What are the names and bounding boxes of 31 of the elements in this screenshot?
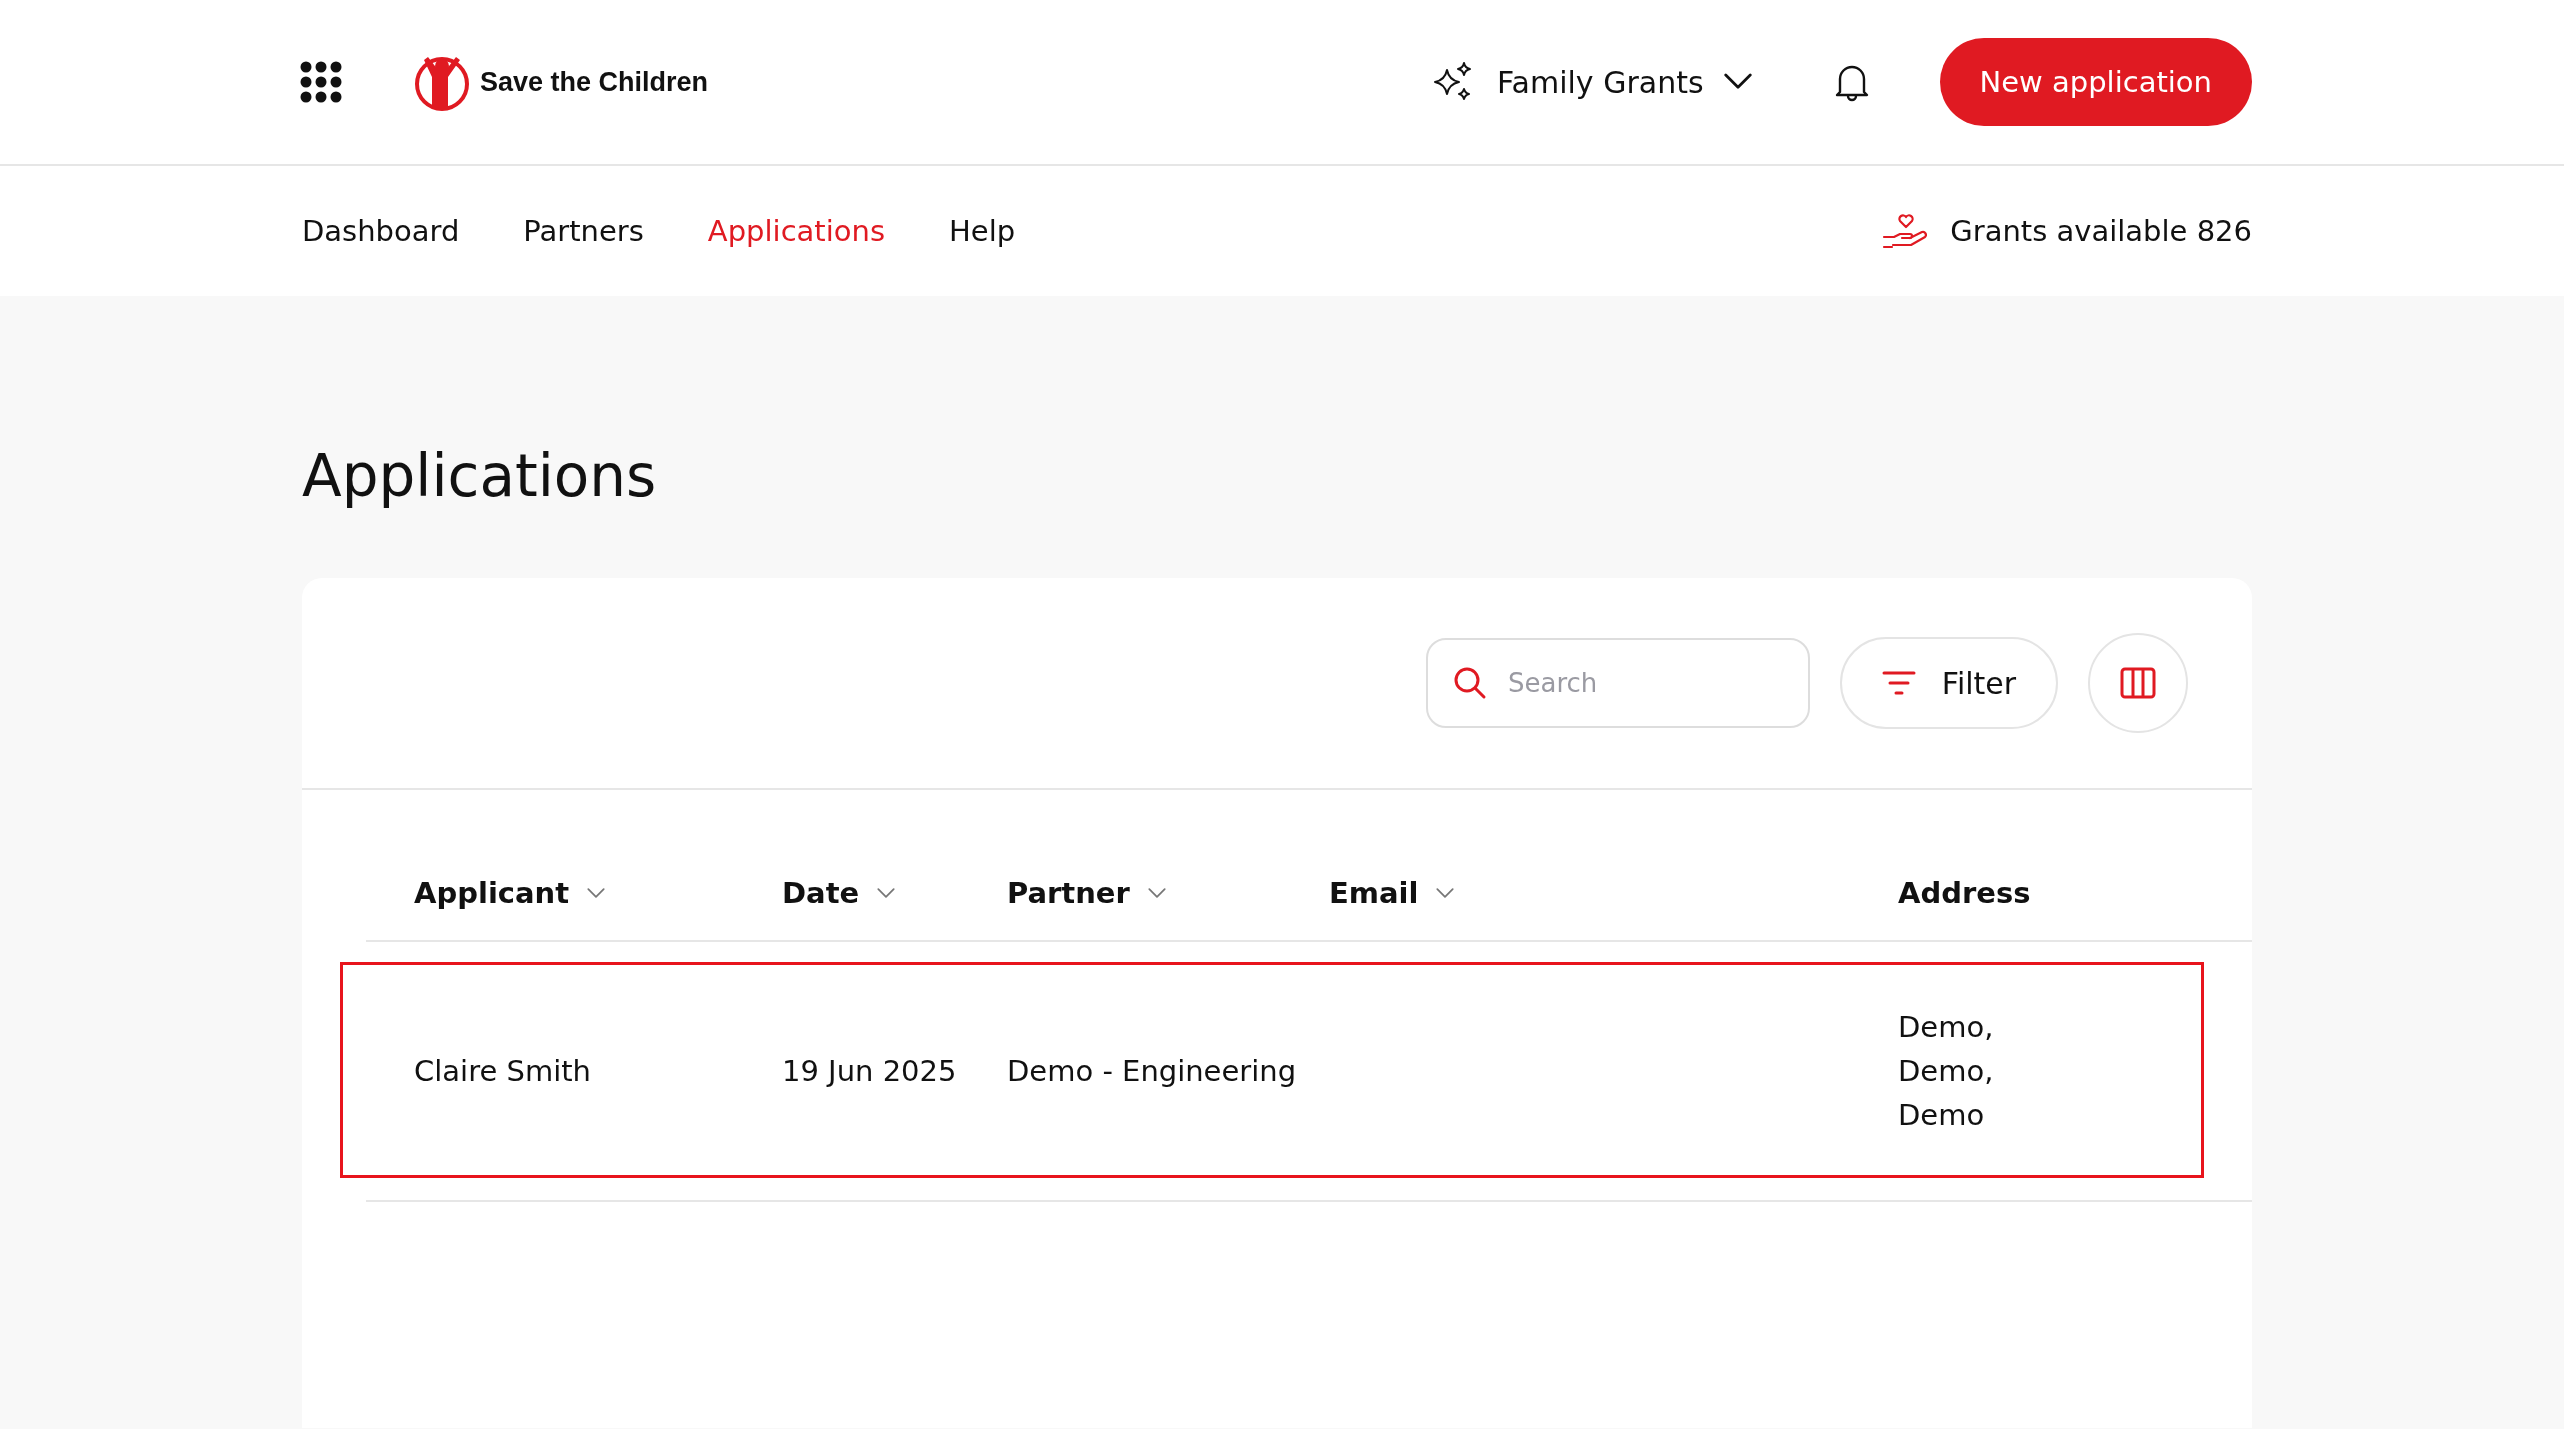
chevron-down-icon: [1723, 73, 1752, 91]
column-header[interactable]: Date: [782, 876, 896, 910]
new-application-button[interactable]: New application: [1939, 38, 2252, 126]
grants-available-text: Grants available 826: [1950, 214, 2252, 248]
sort-chevron-icon: [587, 887, 606, 899]
sort-chevron-icon: [877, 887, 896, 899]
nav-tab[interactable]: Help: [949, 214, 1016, 248]
columns-icon: [2120, 667, 2156, 699]
table-cell-text: Claire Smith: [414, 1054, 592, 1088]
address-line: Demo,: [1898, 1054, 1995, 1088]
table-cell-text: Demo - Engineering: [1007, 1054, 1298, 1088]
column-header: Address: [1898, 876, 2031, 910]
nav-tab[interactable]: Partners: [523, 214, 644, 248]
search-field[interactable]: Search: [1426, 638, 1810, 728]
nav-tab[interactable]: Applications: [707, 214, 885, 248]
column-header[interactable]: Partner: [1007, 876, 1166, 910]
search-icon: [1452, 665, 1488, 701]
page-title: Applications: [301, 441, 658, 512]
sort-chevron-icon: [1436, 887, 1455, 899]
column-header[interactable]: Applicant: [414, 876, 606, 910]
programme-dropdown[interactable]: Family Grants: [1497, 64, 1752, 100]
filter-icon: [1881, 669, 1916, 697]
sort-chevron-icon: [1147, 887, 1166, 899]
app-grid-icon[interactable]: [300, 61, 342, 103]
logo-text: Save the Children: [480, 66, 709, 98]
table-cell-text: 19 Jun 2025: [782, 1054, 958, 1088]
address-line: Demo,: [1898, 1010, 1995, 1044]
address-line: Demo: [1898, 1098, 1986, 1132]
filter-button[interactable]: Filter: [1840, 637, 2058, 729]
nav-tab[interactable]: Dashboard: [302, 214, 460, 248]
column-header[interactable]: Email: [1329, 876, 1455, 910]
